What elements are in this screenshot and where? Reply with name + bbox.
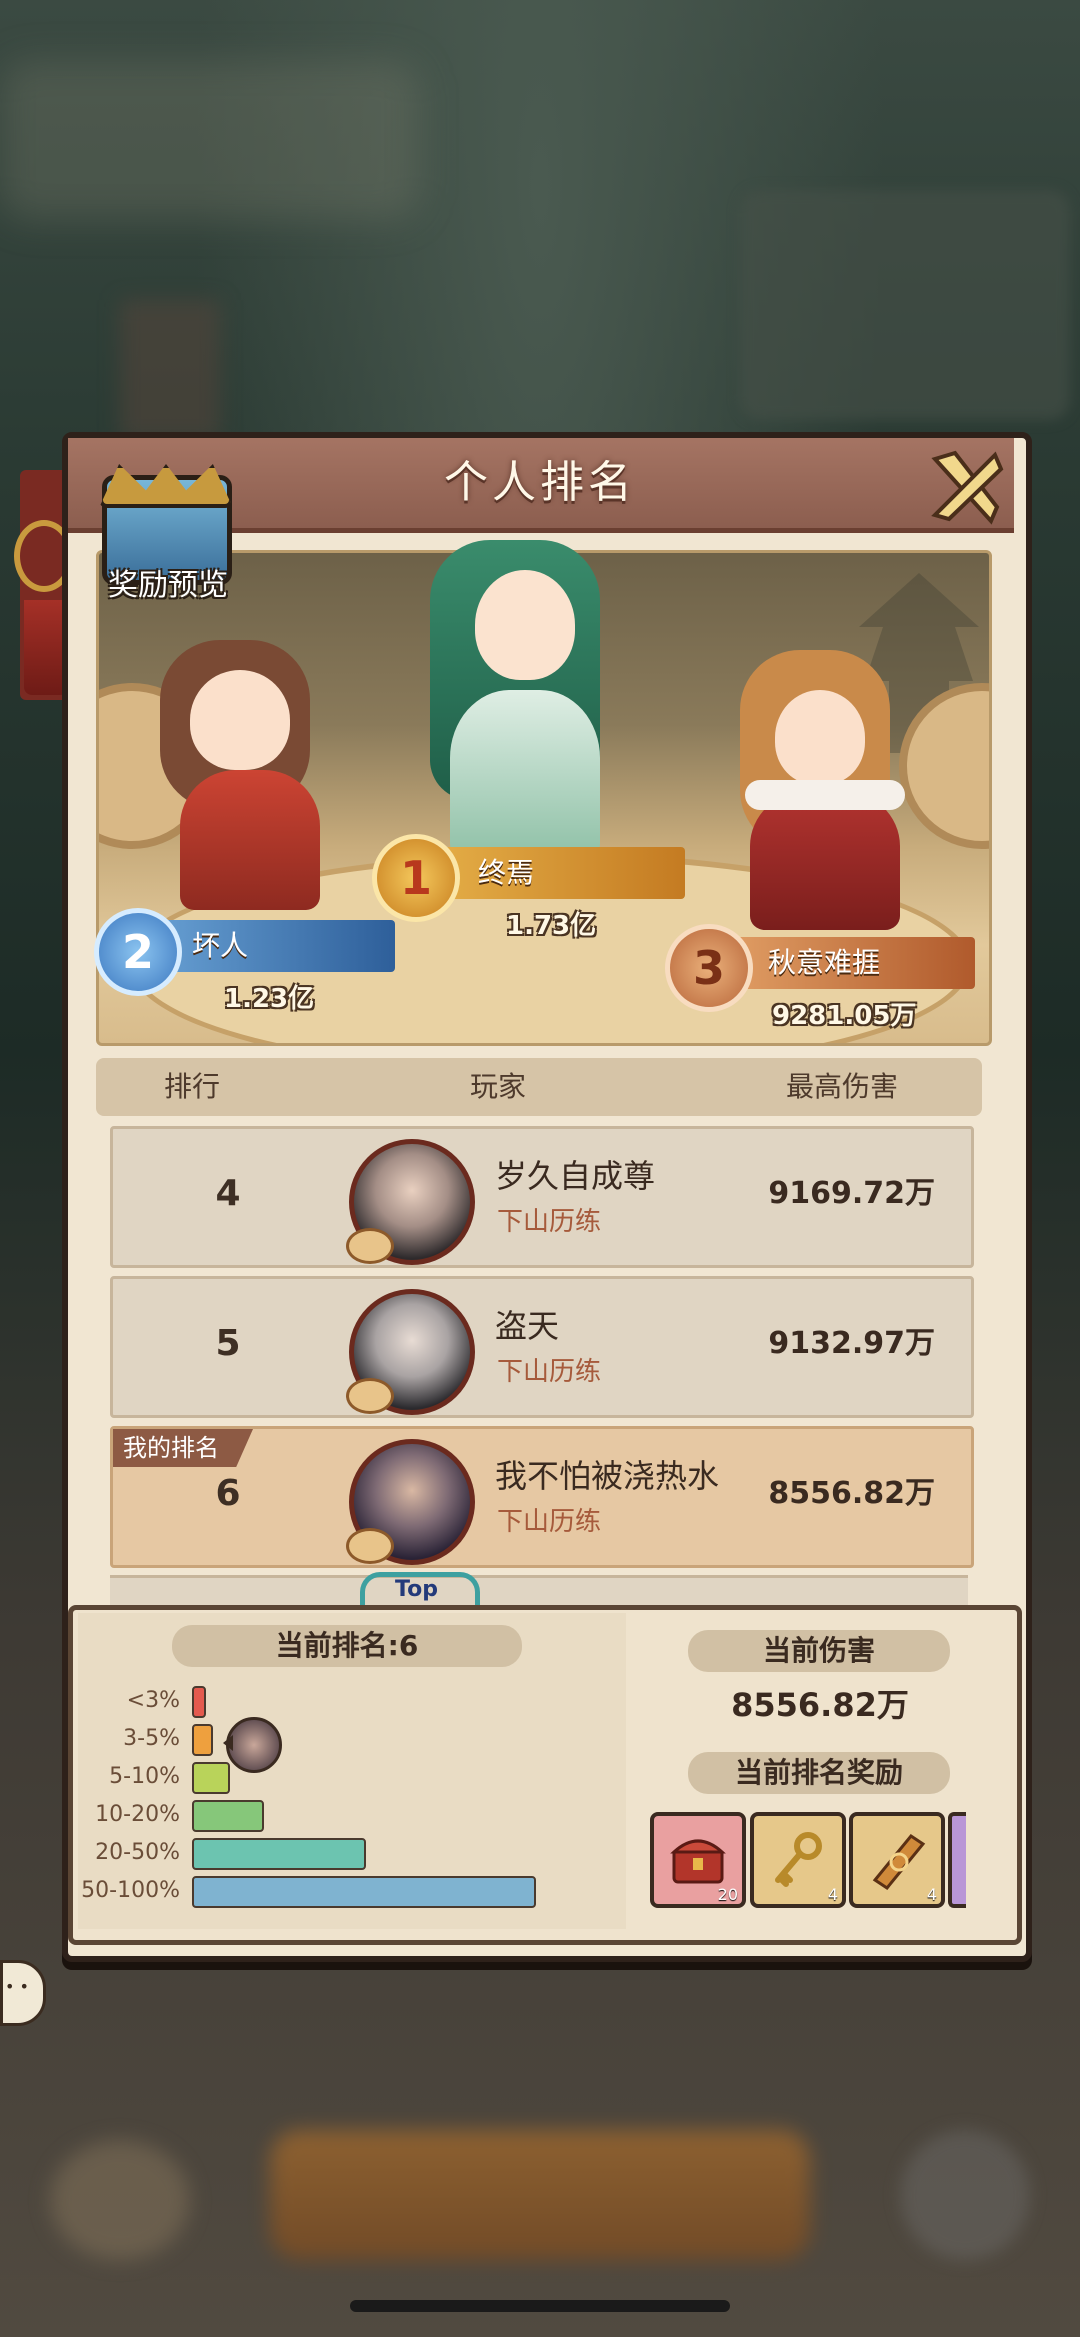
player-guild: 下山历练	[497, 1207, 602, 1237]
close-icon	[931, 450, 1004, 525]
dist-label: 20-50%	[95, 1840, 180, 1865]
row-rank: 4	[215, 1173, 241, 1214]
my-position-avatar-pin	[223, 1717, 282, 1773]
dist-bar	[192, 1800, 264, 1832]
dist-label: 10-20%	[95, 1802, 180, 1827]
rank-3-character[interactable]	[730, 650, 920, 930]
table-row-partial[interactable]	[110, 1575, 968, 1608]
header-rank: 排行	[164, 1070, 221, 1103]
rank-2-score: 1.23亿	[224, 984, 315, 1014]
rank-1-name: 终焉	[478, 856, 535, 889]
scroll-icon	[872, 1833, 926, 1890]
player-avatar[interactable]	[346, 1439, 475, 1565]
reward-title: 当前排名奖励	[688, 1752, 950, 1794]
golden-key-icon	[775, 1832, 822, 1887]
background-stats-panel	[740, 190, 1070, 420]
player-avatar[interactable]	[346, 1139, 475, 1265]
player-guild: 下山历练	[497, 1507, 602, 1537]
rank-3-score: 9281.05万	[772, 1001, 917, 1031]
reward-item[interactable]: 4	[849, 1812, 945, 1908]
background-logo	[0, 60, 420, 220]
rank-2-character[interactable]	[140, 630, 360, 910]
reward-qty: 4	[926, 1885, 937, 1904]
dist-label: 5-10%	[109, 1764, 180, 1789]
dist-bar	[192, 1686, 206, 1718]
player-name: 盗天	[495, 1307, 560, 1345]
dist-bar	[192, 1724, 213, 1756]
player-guild: 下山历练	[497, 1357, 602, 1387]
player-damage: 9169.72万	[768, 1176, 935, 1211]
dist-bar	[192, 1876, 536, 1908]
rank-1-score: 1.73亿	[506, 911, 597, 941]
player-damage: 9132.97万	[768, 1326, 935, 1361]
header-player: 玩家	[470, 1070, 527, 1103]
table-row[interactable]: 5 盗天 下山历练 9132.97万	[110, 1276, 974, 1418]
dist-label: 3-5%	[123, 1726, 180, 1751]
reward-item-partial[interactable]	[948, 1812, 966, 1908]
current-damage-value: 8556.82万	[731, 1686, 909, 1724]
rank-1-character[interactable]	[420, 520, 660, 860]
rank-3-medal: 3	[665, 924, 753, 1012]
row-rank: 6	[215, 1473, 241, 1514]
reward-qty: 20	[717, 1885, 738, 1904]
reward-preview-label: 奖励预览	[108, 568, 228, 603]
player-name: 我不怕被浇热水	[495, 1457, 720, 1495]
dist-label: <3%	[126, 1688, 180, 1713]
table-row[interactable]: 4 岁久自成尊 下山历练 9169.72万	[110, 1126, 974, 1268]
dist-bar	[192, 1762, 230, 1794]
home-indicator[interactable]	[350, 2300, 730, 2312]
current-rank-label: 当前排名:6	[172, 1625, 522, 1667]
dist-label: 50-100%	[81, 1878, 180, 1903]
background-round-button	[900, 2130, 1030, 2260]
reward-item[interactable]: 4	[750, 1812, 846, 1908]
treasure-chest-icon	[670, 1839, 726, 1884]
row-rank: 5	[215, 1323, 241, 1364]
reward-item[interactable]: 20	[650, 1812, 746, 1908]
background-decoration	[120, 300, 220, 440]
close-button[interactable]	[925, 445, 1007, 527]
rank-2-medal: 2	[94, 908, 182, 996]
header-damage: 最高伤害	[786, 1070, 899, 1103]
player-damage: 8556.82万	[768, 1476, 935, 1511]
chat-icon[interactable]	[0, 1960, 46, 2026]
my-rank-row[interactable]: 我的排名 6 我不怕被浇热水 下山历练 8556.82万	[110, 1426, 974, 1568]
top-label: Top	[395, 1577, 438, 1602]
background-action-button	[270, 2130, 810, 2260]
dist-bar	[192, 1838, 366, 1870]
rank-1-medal: 1	[372, 834, 460, 922]
player-avatar[interactable]	[346, 1289, 475, 1415]
player-name: 岁久自成尊	[495, 1157, 656, 1195]
reward-qty: 4	[827, 1885, 838, 1904]
background-back-button	[50, 2140, 190, 2260]
rank-2-name: 坏人	[192, 929, 249, 962]
rank-3-name: 秋意难捱	[768, 946, 881, 979]
current-damage-title: 当前伤害	[688, 1630, 950, 1672]
